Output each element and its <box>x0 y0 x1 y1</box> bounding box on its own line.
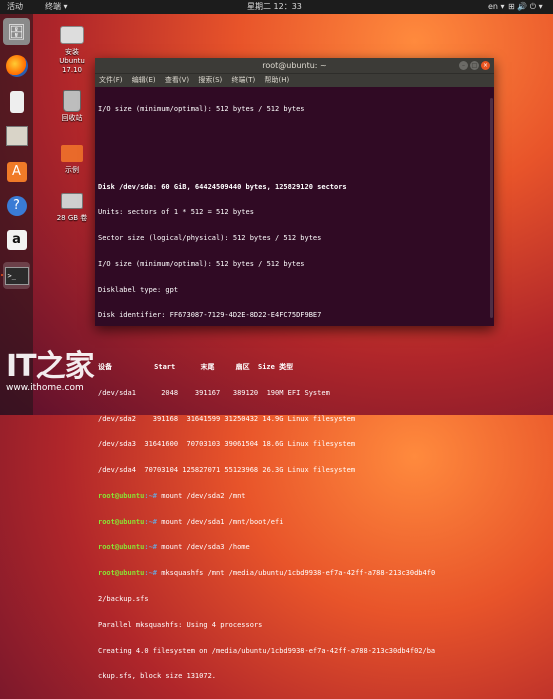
terminal-output[interactable]: I/O size (minimum/optimal): 512 bytes / … <box>95 87 494 699</box>
prompt-path: :~# <box>144 543 158 552</box>
install-ubuntu-desktop-icon[interactable]: 安装 Ubuntu 17.10 <box>47 24 97 75</box>
running-indicator <box>1 274 3 276</box>
menu-search[interactable]: 搜索(S) <box>198 76 222 84</box>
firefox-icon[interactable] <box>3 52 30 79</box>
partition-row: /dev/sda3 31641600 70703103 39061504 18.… <box>98 440 356 449</box>
examples-label: 示例 <box>65 166 79 174</box>
command-line: root@ubuntu:~# mount /dev/sda2 /mnt <box>98 492 491 501</box>
prompt-user: root@ubuntu <box>98 543 145 552</box>
terminal-icon[interactable]: >_ <box>3 262 30 289</box>
install-icon <box>60 24 84 46</box>
trash-desktop-icon[interactable]: 回收站 <box>47 90 97 123</box>
output-line: ckup.sfs, block size 131072. <box>98 672 217 681</box>
activities-button[interactable]: 活动 <box>7 0 23 14</box>
prompt-user: root@ubuntu <box>98 517 145 526</box>
command-line: root@ubuntu:~# mount /dev/sda3 /home <box>98 543 491 552</box>
drive-icon <box>60 190 84 212</box>
output-line: Creating 4.0 filesystem on /media/ubuntu… <box>98 646 436 655</box>
prompt-user: root@ubuntu <box>98 491 145 500</box>
output-line: Units: sectors of 1 * 512 = 512 bytes <box>98 208 254 217</box>
output-line: 2/backup.sfs <box>98 595 149 604</box>
watermark: IT之家 www.ithome.com <box>6 349 95 394</box>
examples-desktop-icon[interactable]: 示例 <box>47 142 97 175</box>
terminal-window[interactable]: root@ubuntu: ~ – □ × 文件(F) 编辑(E) 查看(V) 搜… <box>95 58 494 680</box>
trash-label: 回收站 <box>61 114 83 122</box>
output-line: Parallel mksquashfs: Using 4 processors <box>98 620 263 629</box>
menu-view[interactable]: 查看(V) <box>165 76 189 84</box>
partition-row: /dev/sda2 391168 31641599 31250432 14.9G… <box>98 414 356 423</box>
partition-row: /dev/sda1 2048 391167 389120 190M EFI Sy… <box>98 388 330 397</box>
menu-help[interactable]: 帮助(H) <box>264 76 289 84</box>
amazon-icon[interactable]: a <box>3 226 30 253</box>
menu-edit[interactable]: 编辑(E) <box>132 76 156 84</box>
output-line: Disk identifier: FF673087-7129-4D2E-8D22… <box>98 311 322 320</box>
app-menu-button[interactable]: 终端 ▾ <box>45 0 68 14</box>
media-player-icon[interactable] <box>3 88 30 115</box>
output-line: Sector size (logical/physical): 512 byte… <box>98 234 322 243</box>
install-label: 17.10 <box>61 66 83 74</box>
maximize-button[interactable]: □ <box>470 61 479 70</box>
watermark-url: www.ithome.com <box>6 383 84 393</box>
menu-terminal[interactable]: 终端(T) <box>232 76 256 84</box>
software-center-icon[interactable]: A <box>3 158 30 185</box>
prompt-path: :~# <box>144 569 158 578</box>
menubar: 文件(F) 编辑(E) 查看(V) 搜索(S) 终端(T) 帮助(H) <box>95 73 494 87</box>
help-icon[interactable]: ? <box>3 192 30 219</box>
window-titlebar[interactable]: root@ubuntu: ~ – □ × <box>95 58 494 73</box>
command-text: mount /dev/sda3 /home <box>157 543 250 552</box>
watermark-logo: IT之家 <box>6 349 95 384</box>
menu-file[interactable]: 文件(F) <box>99 76 123 84</box>
minimize-button[interactable]: – <box>459 61 468 70</box>
command-line: root@ubuntu:~# mount /dev/sda1 /mnt/boot… <box>98 518 491 527</box>
prompt-path: :~# <box>144 491 158 500</box>
command-text: mount /dev/sda1 /mnt/boot/efi <box>157 517 284 526</box>
command-text: mksquashfs /mnt /media/ubuntu/1cbd9938-e… <box>157 569 436 578</box>
volume-desktop-icon[interactable]: 28 GB 卷 <box>47 190 97 223</box>
partition-row: /dev/sda4 70703104 125827071 55123968 26… <box>98 466 356 475</box>
folder-icon <box>60 142 84 164</box>
output-line: Disklabel type: gpt <box>98 285 179 294</box>
output-line: Disk /dev/sda: 60 GiB, 64424509440 bytes… <box>98 182 347 191</box>
archive-manager-icon[interactable] <box>3 122 30 149</box>
clock[interactable]: 星期二 12：33 <box>247 0 302 14</box>
close-button[interactable]: × <box>481 61 490 70</box>
volume-label: 28 GB 卷 <box>56 214 88 222</box>
partition-table-header: 设备 Start 末尾 扇区 Size 类型 <box>98 363 294 371</box>
install-label: 安装 <box>65 48 79 56</box>
top-panel: 活动 终端 ▾ 星期二 12：33 en ▾ ⊞ 🔊 ⏻ ▾ <box>0 0 553 14</box>
system-tray[interactable]: ⊞ 🔊 ⏻ ▾ <box>508 0 543 14</box>
install-label: Ubuntu <box>59 57 85 65</box>
window-title: root@ubuntu: ~ <box>262 61 327 70</box>
prompt-user: root@ubuntu <box>98 569 145 578</box>
trash-icon <box>60 90 84 112</box>
output-line: I/O size (minimum/optimal): 512 bytes / … <box>98 259 305 268</box>
files-icon[interactable]: 🗄 <box>3 18 30 45</box>
prompt-path: :~# <box>144 517 158 526</box>
language-indicator[interactable]: en ▾ <box>488 0 505 14</box>
terminal-scrollbar[interactable] <box>490 98 493 318</box>
command-text: mount /dev/sda2 /mnt <box>157 491 246 500</box>
output-line: I/O size (minimum/optimal): 512 bytes / … <box>98 105 305 114</box>
command-line: root@ubuntu:~# mksquashfs /mnt /media/ub… <box>98 569 491 578</box>
